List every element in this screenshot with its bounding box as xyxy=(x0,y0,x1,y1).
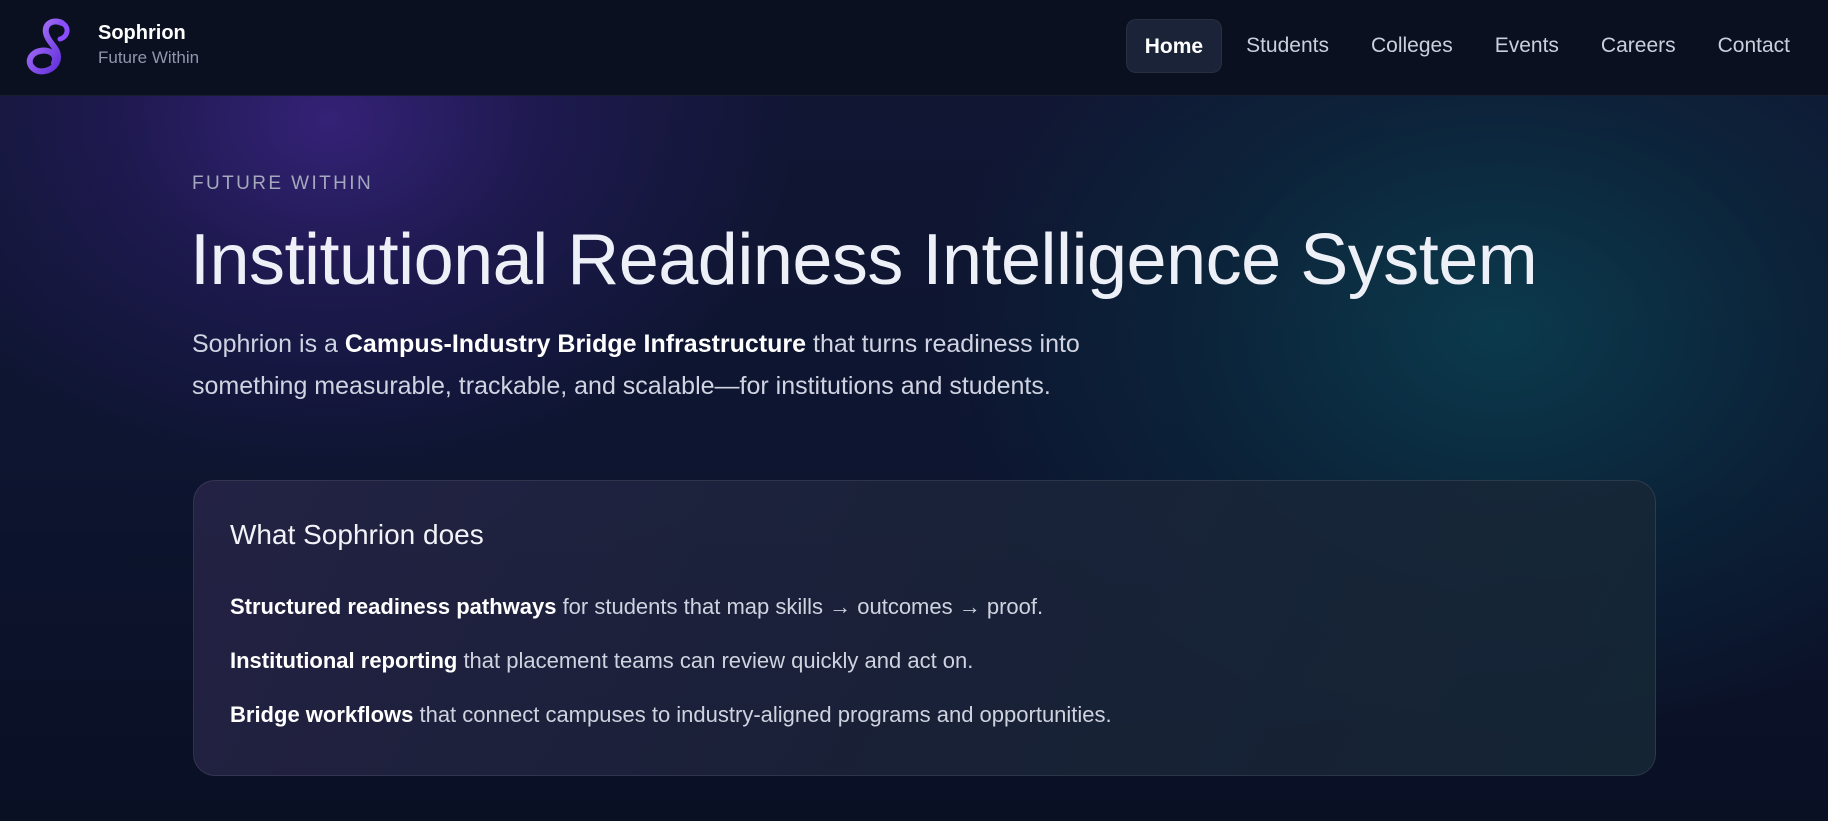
top-navbar: Sophrion Future Within Home Students Col… xyxy=(0,0,1828,96)
brand-name: Sophrion xyxy=(98,22,186,44)
feature-item-title: Structured readiness pathways xyxy=(230,594,557,619)
page: Sophrion Future Within Home Students Col… xyxy=(0,0,1828,821)
nav-careers[interactable]: Careers xyxy=(1583,19,1694,73)
feature-list: Structured readiness pathways for studen… xyxy=(230,593,1112,755)
feature-item-title: Bridge workflows xyxy=(230,702,414,727)
hero-desc-prefix: Sophrion is a xyxy=(192,330,345,358)
feature-item-reporting: Institutional reporting that placement t… xyxy=(230,647,1112,675)
feature-item-title: Institutional reporting xyxy=(230,648,458,673)
hero-description: Sophrion is a Campus-Industry Bridge Inf… xyxy=(192,323,1192,407)
nav-students[interactable]: Students xyxy=(1228,19,1347,73)
card-title: What Sophrion does xyxy=(230,519,484,550)
infinity-s-logo-icon xyxy=(26,18,70,75)
feature-item-text: that placement teams can review quickly … xyxy=(457,648,974,673)
brand-home-link[interactable]: Sophrion Future Within xyxy=(24,17,199,77)
nav-contact[interactable]: Contact xyxy=(1700,19,1808,73)
hero-desc-highlight: Campus-Industry Bridge Infrastructure xyxy=(344,330,807,358)
hero-eyebrow: FUTURE WITHIN xyxy=(192,173,374,194)
brand-text: Sophrion Future Within xyxy=(98,20,199,70)
feature-item-pathways: Structured readiness pathways for studen… xyxy=(230,593,1112,621)
hero-title: Institutional Readiness Intelligence Sys… xyxy=(190,220,1538,300)
nav-colleges[interactable]: Colleges xyxy=(1353,19,1471,73)
nav-home[interactable]: Home xyxy=(1125,19,1223,73)
feature-item-text: for students that map skills → outcomes … xyxy=(556,594,1044,619)
brand-tagline: Future Within xyxy=(98,48,200,67)
feature-item-workflows: Bridge workflows that connect campuses t… xyxy=(230,701,1112,729)
what-sophrion-does-card: What Sophrion does Structured readiness … xyxy=(193,480,1656,776)
main-nav: Home Students Colleges Events Careers Co… xyxy=(1120,19,1808,73)
feature-item-text: that connect campuses to industry-aligne… xyxy=(413,702,1112,727)
nav-events[interactable]: Events xyxy=(1477,19,1577,73)
